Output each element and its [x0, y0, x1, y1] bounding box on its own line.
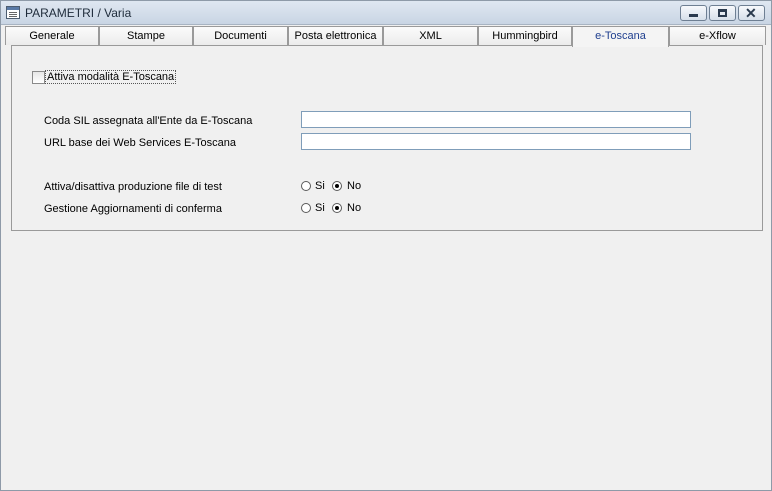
restore-icon	[718, 9, 727, 17]
coda-sil-label: Coda SIL assegnata all'Ente da E-Toscana	[44, 115, 253, 127]
tab-hummingbird[interactable]: Hummingbird	[478, 26, 572, 45]
confirm-updates-no-radio[interactable]	[332, 203, 342, 213]
confirm-updates-si-label[interactable]: Si	[315, 202, 325, 214]
minimize-icon	[689, 14, 698, 17]
tab-e-toscana[interactable]: e-Toscana	[572, 26, 669, 47]
test-production-si-radio[interactable]	[301, 181, 311, 191]
window-title: PARAMETRI / Varia	[25, 6, 132, 20]
tab-documenti[interactable]: Documenti	[193, 26, 288, 45]
test-production-no-radio[interactable]	[332, 181, 342, 191]
enable-etoscana-checkbox[interactable]	[32, 71, 45, 84]
app-window: PARAMETRI / Varia ✕ Generale Stampe Docu…	[0, 0, 772, 491]
url-base-input[interactable]	[301, 133, 691, 150]
title-bar[interactable]: PARAMETRI / Varia ✕	[1, 1, 771, 25]
tab-posta-elettronica[interactable]: Posta elettronica	[288, 26, 383, 45]
confirm-updates-si-radio[interactable]	[301, 203, 311, 213]
enable-etoscana-label[interactable]: Attiva modalità E-Toscana	[44, 70, 177, 84]
minimize-button[interactable]	[680, 5, 707, 21]
form-window-icon[interactable]	[6, 6, 20, 19]
restore-button[interactable]	[709, 5, 736, 21]
test-production-si-label[interactable]: Si	[315, 180, 325, 192]
url-base-label: URL base dei Web Services E-Toscana	[44, 137, 236, 149]
tab-xml[interactable]: XML	[383, 26, 478, 45]
confirm-updates-no-label[interactable]: No	[347, 202, 361, 214]
close-icon: ✕	[745, 5, 757, 21]
tab-stampe[interactable]: Stampe	[99, 26, 193, 45]
tab-strip: Generale Stampe Documenti Posta elettron…	[5, 26, 768, 47]
coda-sil-input[interactable]	[301, 111, 691, 128]
confirm-updates-label: Gestione Aggiornamenti di conferma	[44, 203, 222, 215]
test-production-label: Attiva/disattiva produzione file di test	[44, 181, 222, 193]
tab-generale[interactable]: Generale	[5, 26, 99, 45]
close-button[interactable]: ✕	[738, 5, 765, 21]
tab-e-xflow[interactable]: e-Xflow	[669, 26, 766, 45]
test-production-no-label[interactable]: No	[347, 180, 361, 192]
